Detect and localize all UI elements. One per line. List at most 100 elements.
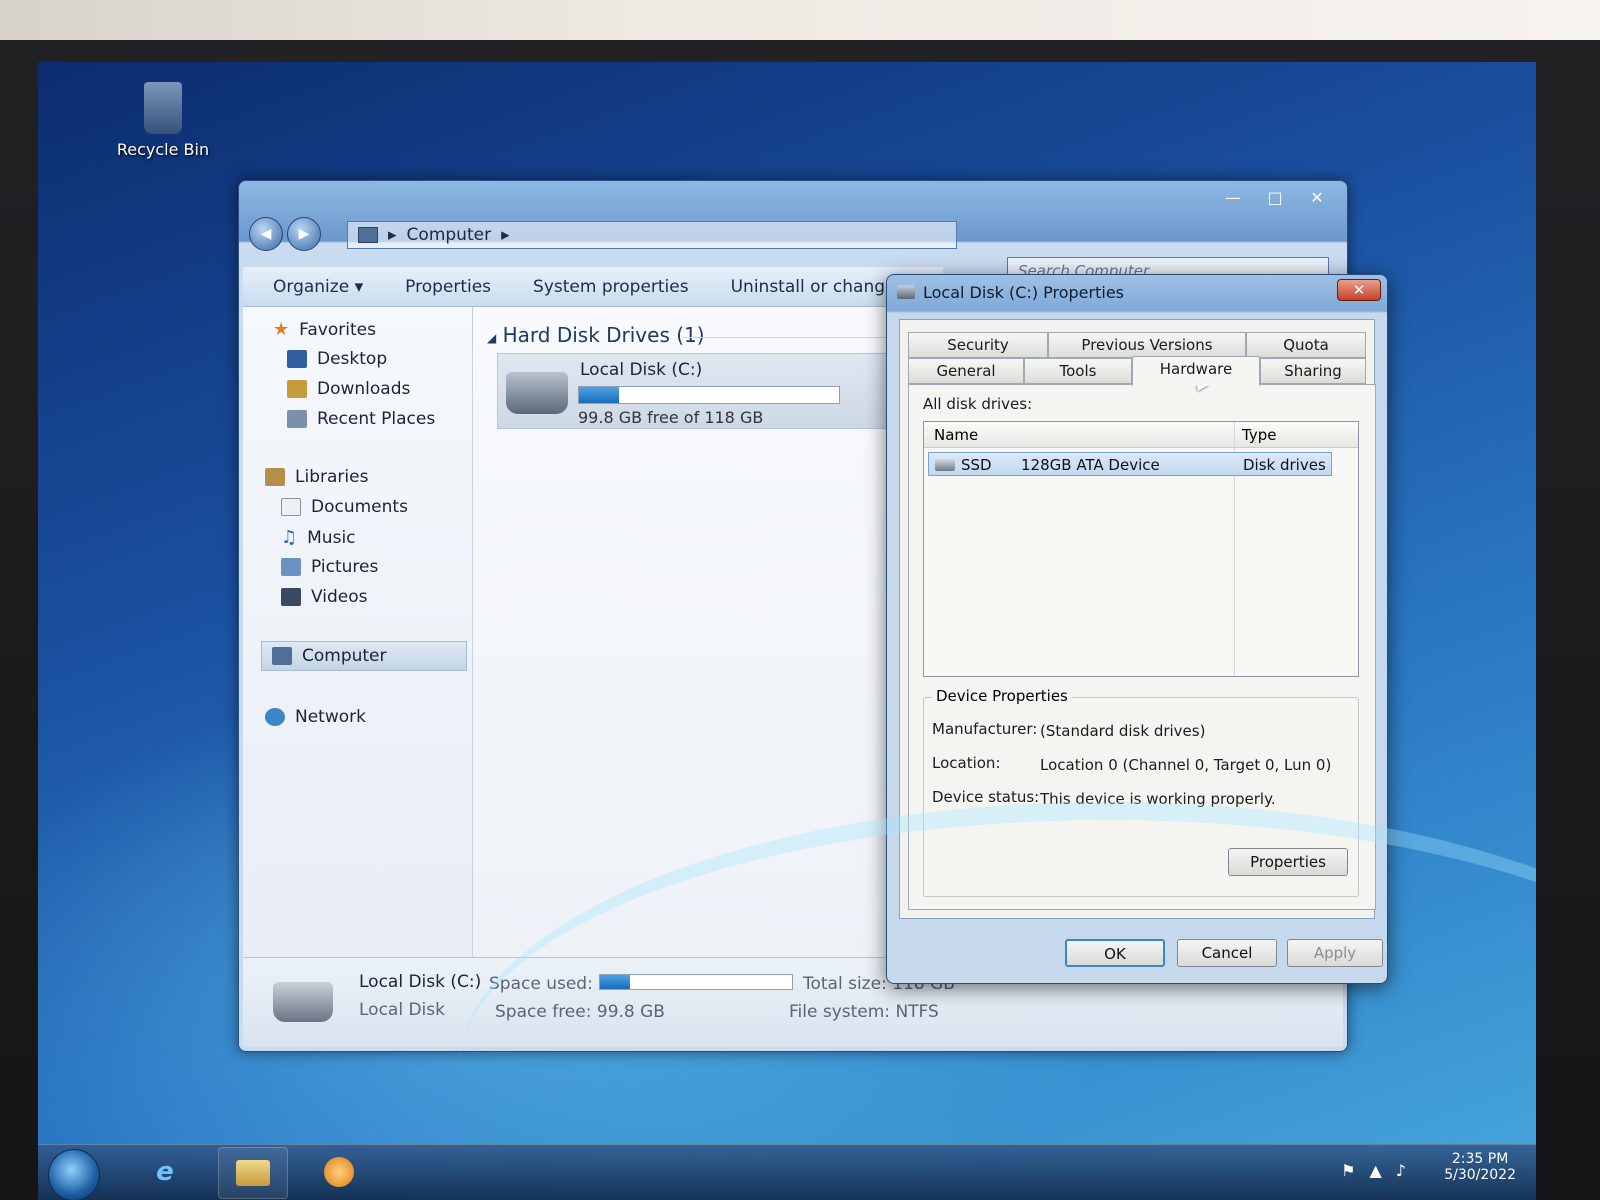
breadcrumb-chevron-icon[interactable]: ▸ [388,225,397,245]
location-label: Location: [932,754,1001,772]
nav-computer[interactable]: Computer [261,641,467,671]
hard-drive-icon [273,982,333,1022]
nav-libraries[interactable]: Libraries [265,467,368,487]
location-value: Location 0 (Channel 0, Target 0, Lun 0) [1040,756,1332,774]
nav-music[interactable]: ♫ Music [281,527,356,548]
nav-pictures[interactable]: Pictures [281,557,378,577]
drive-name: Local Disk (C:) [580,360,703,380]
computer-icon [272,647,292,665]
details-pane: Local Disk (C:) Local Disk Space used: S… [243,957,1343,1047]
start-button[interactable] [48,1149,100,1200]
disk-drive-icon [935,459,955,471]
collapse-arrow-icon[interactable]: ◢ [487,331,496,345]
maximize-button[interactable]: □ [1255,187,1295,209]
ok-button[interactable]: OK [1065,939,1165,967]
tab-tools[interactable]: Tools [1024,358,1132,384]
nav-network[interactable]: Network [265,707,366,727]
forward-button[interactable]: ▶ [287,217,321,251]
command-bar: Organize ▾ Properties System properties … [243,267,943,307]
videos-icon [281,588,301,606]
apply-button[interactable]: Apply [1287,939,1383,967]
window-controls: — □ ✕ [1213,187,1337,209]
drive-tile-c[interactable]: Local Disk (C:) 99.8 GB free of 118 GB [497,353,943,429]
details-file-system: File system: NTFS [789,1002,939,1022]
system-properties-button[interactable]: System properties [533,277,689,297]
address-bar[interactable]: ▸ Computer ▸ [347,221,957,249]
all-disk-drives-label: All disk drives: [923,395,1033,413]
taskbar: e ⚑ ▲ ♪ 2:35 PM 5/30/2022 [38,1144,1536,1200]
details-space-free: Space free: 99.8 GB [495,1002,665,1022]
nav-desktop[interactable]: Desktop [287,349,387,369]
pictures-icon [281,558,301,576]
properties-dialog: Local Disk (C:) Properties ✕ Security Pr… [886,274,1388,984]
dialog-title: Local Disk (C:) Properties [923,283,1124,302]
network-status-icon[interactable]: ▲ [1369,1161,1381,1180]
music-icon: ♫ [281,527,298,548]
device-status-value: This device is working properly. [1040,790,1276,808]
minimize-button[interactable]: — [1213,187,1253,209]
column-type[interactable]: Type [1242,426,1276,444]
recent-places-icon [287,410,307,428]
volume-icon[interactable]: ♪ [1396,1161,1406,1180]
nav-recent-places[interactable]: Recent Places [287,409,435,429]
device-status-label: Device status: [932,788,1040,806]
media-player-icon[interactable] [304,1147,374,1199]
cancel-button[interactable]: Cancel [1177,939,1277,967]
clock-time: 2:35 PM [1451,1151,1509,1167]
nav-favorites-label: Favorites [299,319,376,340]
navigation-pane: ★ Favorites Desktop Downloads Recent Pla… [243,307,473,957]
device-properties-button[interactable]: Properties [1228,848,1348,876]
tab-general[interactable]: General [908,358,1024,384]
clock[interactable]: 2:35 PM 5/30/2022 [1444,1151,1516,1183]
dialog-body: Security Previous Versions Quota General… [899,319,1376,919]
back-button[interactable]: ◀ [249,217,283,251]
documents-icon [281,498,301,516]
nav-downloads[interactable]: Downloads [287,379,410,399]
list-item[interactable]: SSD 128GB ATA Device Disk drives [928,452,1332,476]
organize-button[interactable]: Organize ▾ [273,277,363,297]
star-icon: ★ [273,319,290,340]
breadcrumb-computer[interactable]: Computer [407,225,492,245]
details-drive-name: Local Disk (C:) [359,972,482,992]
drive-usage-bar [578,386,840,404]
disk-drives-list[interactable]: Name Type SSD 128GB ATA Device Disk driv… [923,421,1359,677]
background-wall [0,0,1600,40]
desktop-icon [287,350,307,368]
internet-explorer-icon[interactable]: e [130,1147,200,1199]
details-total-size: Total size: 118 GB [803,974,955,994]
tab-hardware[interactable]: Hardware [1132,356,1260,386]
device-properties-group: Device Properties Manufacturer: (Standar… [923,687,1359,897]
drive-icon [897,285,915,299]
column-name[interactable]: Name [934,426,978,444]
manufacturer-value: (Standard disk drives) [1040,722,1206,740]
dialog-close-button[interactable]: ✕ [1337,279,1381,301]
folder-icon [236,1160,270,1186]
recycle-bin-shortcut[interactable]: Recycle Bin [108,82,218,159]
details-drive-type: Local Disk [359,1000,445,1020]
properties-button[interactable]: Properties [405,277,491,297]
tab-quota[interactable]: Quota [1246,332,1366,358]
tab-previous-versions[interactable]: Previous Versions [1048,332,1246,358]
list-header: Name Type [924,422,1358,448]
content-pane: ◢ Hard Disk Drives (1) Local Disk (C:) 9… [473,307,943,957]
tab-sharing[interactable]: Sharing [1260,358,1366,384]
nav-favorites[interactable]: ★ Favorites [273,319,376,340]
libraries-icon [265,468,285,486]
close-button[interactable]: ✕ [1297,187,1337,209]
nav-documents[interactable]: Documents [281,497,408,517]
details-space-used-label: Space used: [489,974,593,994]
chevron-down-icon: ▾ [354,276,364,297]
manufacturer-label: Manufacturer: [932,720,1038,738]
drive-free-text: 99.8 GB free of 118 GB [578,408,764,427]
clock-date: 5/30/2022 [1444,1167,1516,1183]
tab-security[interactable]: Security [908,332,1048,358]
nav-videos[interactable]: Videos [281,587,368,607]
recycle-bin-icon [144,82,182,134]
computer-icon [358,227,378,243]
uninstall-button[interactable]: Uninstall or change [731,277,896,297]
file-explorer-taskbar-button[interactable] [218,1147,288,1199]
system-tray: ⚑ ▲ ♪ [1341,1161,1406,1180]
breadcrumb-chevron-icon[interactable]: ▸ [501,225,510,245]
action-center-icon[interactable]: ⚑ [1341,1161,1355,1180]
group-header[interactable]: ◢ Hard Disk Drives (1) [487,323,705,347]
